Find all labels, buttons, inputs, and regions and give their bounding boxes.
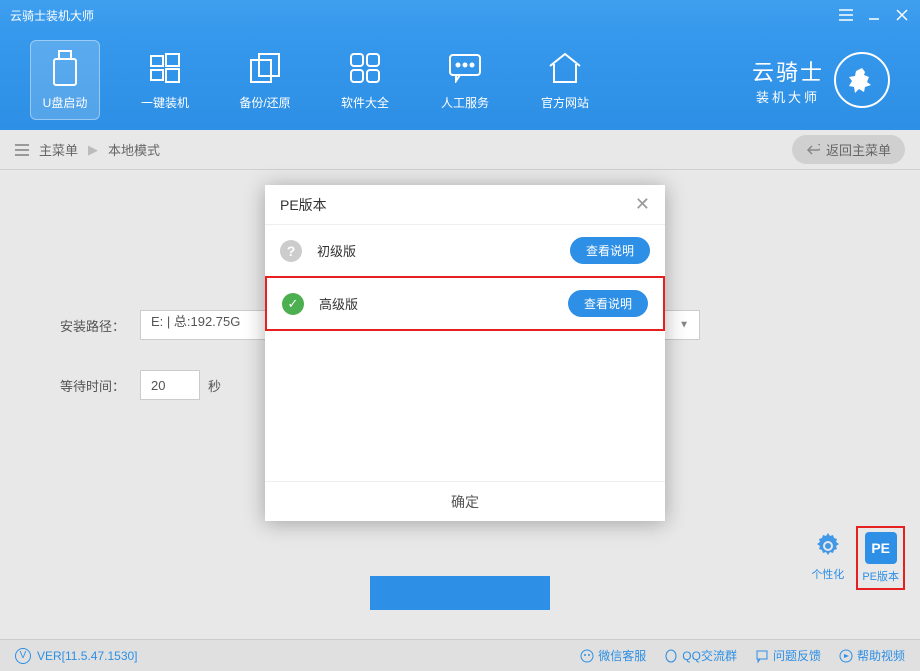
path-label: 安装路径：	[50, 316, 140, 335]
close-icon[interactable]: ✕	[635, 194, 650, 215]
wechat-icon	[580, 649, 594, 663]
wechat-link[interactable]: 微信客服	[580, 647, 646, 664]
version-text: VER[11.5.47.1530]	[37, 649, 138, 663]
nav-items: U盘启动 一键装机 备份/还原 软件大全 人工服务	[30, 40, 600, 120]
brand-sub: 装机大师	[756, 87, 820, 106]
option-advanced[interactable]: ✓ 高级版 查看说明	[265, 276, 665, 331]
breadcrumb-bar: 主菜单 ▶ 本地模式 返回主菜单	[0, 130, 920, 170]
usb-icon	[47, 50, 83, 86]
modal-body: ? 初级版 查看说明 ✓ 高级版 查看说明	[265, 225, 665, 481]
pe-version-tool[interactable]: PE PE版本	[856, 526, 905, 590]
knight-logo-icon	[834, 52, 890, 108]
brand-main: 云骑士	[752, 55, 824, 87]
nav-label: 一键装机	[141, 94, 189, 111]
close-icon[interactable]	[894, 7, 910, 23]
nav-software[interactable]: 软件大全	[330, 40, 400, 120]
version-icon: V	[15, 648, 31, 664]
path-value: E: | 总:192.75G	[151, 314, 240, 329]
qq-link[interactable]: QQ交流群	[664, 647, 737, 664]
side-tools: 个性化 PE PE版本	[807, 526, 905, 590]
pe-version-label: PE版本	[862, 568, 899, 584]
home-icon	[547, 50, 583, 86]
footer: V VER[11.5.47.1530] 微信客服 QQ交流群 问题反馈 帮助视频	[0, 639, 920, 671]
time-input[interactable]	[140, 370, 200, 400]
header: U盘启动 一键装机 备份/还原 软件大全 人工服务	[0, 30, 920, 130]
pe-icon: PE	[865, 532, 897, 564]
minimize-icon[interactable]	[866, 7, 882, 23]
nav-one-click[interactable]: 一键装机	[130, 40, 200, 120]
windows-icon	[147, 50, 183, 86]
feedback-icon	[755, 649, 769, 663]
pe-version-modal: PE版本 ✕ ? 初级版 查看说明 ✓ 高级版 查看说明 确定	[265, 185, 665, 521]
chat-icon	[447, 50, 483, 86]
brand: 云骑士 装机大师	[752, 52, 890, 108]
nav-label: 官方网站	[541, 94, 589, 111]
feedback-link[interactable]: 问题反馈	[755, 647, 821, 664]
personalize-tool[interactable]: 个性化	[807, 526, 848, 590]
option-label: 高级版	[319, 294, 568, 313]
option-basic[interactable]: ? 初级版 查看说明	[265, 225, 665, 276]
time-label: 等待时间：	[50, 376, 140, 395]
nav-label: 软件大全	[341, 94, 389, 111]
hamburger-icon[interactable]	[15, 144, 29, 156]
nav-backup[interactable]: 备份/还原	[230, 40, 300, 120]
version-info[interactable]: V VER[11.5.47.1530]	[15, 648, 138, 664]
nav-label: 备份/还原	[239, 94, 290, 111]
confirm-button[interactable]: 确定	[265, 481, 665, 521]
qq-icon	[664, 649, 678, 663]
titlebar: 云骑士装机大师	[0, 0, 920, 30]
modal-header: PE版本 ✕	[265, 185, 665, 225]
menu-icon[interactable]	[838, 7, 854, 23]
primary-action-button[interactable]	[370, 576, 550, 610]
nav-usb-boot[interactable]: U盘启动	[30, 40, 100, 120]
back-arrow-icon	[806, 144, 820, 156]
gear-icon	[812, 530, 844, 562]
backup-icon	[247, 50, 283, 86]
modal-title: PE版本	[280, 195, 635, 215]
chevron-down-icon: ▼	[679, 320, 689, 331]
nav-website[interactable]: 官方网站	[530, 40, 600, 120]
chevron-right-icon: ▶	[88, 142, 98, 158]
app-title: 云骑士装机大师	[10, 7, 838, 24]
checked-icon: ✓	[282, 293, 304, 315]
back-button[interactable]: 返回主菜单	[792, 135, 905, 164]
help-link[interactable]: 帮助视频	[839, 647, 905, 664]
view-details-button[interactable]: 查看说明	[568, 290, 648, 317]
breadcrumb-main[interactable]: 主菜单	[39, 140, 78, 159]
view-details-button[interactable]: 查看说明	[570, 237, 650, 264]
breadcrumb: 主菜单 ▶ 本地模式	[15, 140, 160, 159]
nav-label: 人工服务	[441, 94, 489, 111]
personalize-label: 个性化	[811, 566, 844, 582]
footer-links: 微信客服 QQ交流群 问题反馈 帮助视频	[580, 647, 905, 664]
back-label: 返回主菜单	[826, 140, 891, 159]
option-label: 初级版	[317, 241, 570, 260]
nav-label: U盘启动	[43, 94, 88, 111]
apps-icon	[347, 50, 383, 86]
brand-text: 云骑士 装机大师	[752, 55, 824, 106]
nav-service[interactable]: 人工服务	[430, 40, 500, 120]
breadcrumb-current: 本地模式	[108, 140, 160, 159]
time-unit: 秒	[208, 376, 221, 395]
unchecked-icon: ?	[280, 240, 302, 262]
help-icon	[839, 649, 853, 663]
window-controls	[838, 7, 910, 23]
